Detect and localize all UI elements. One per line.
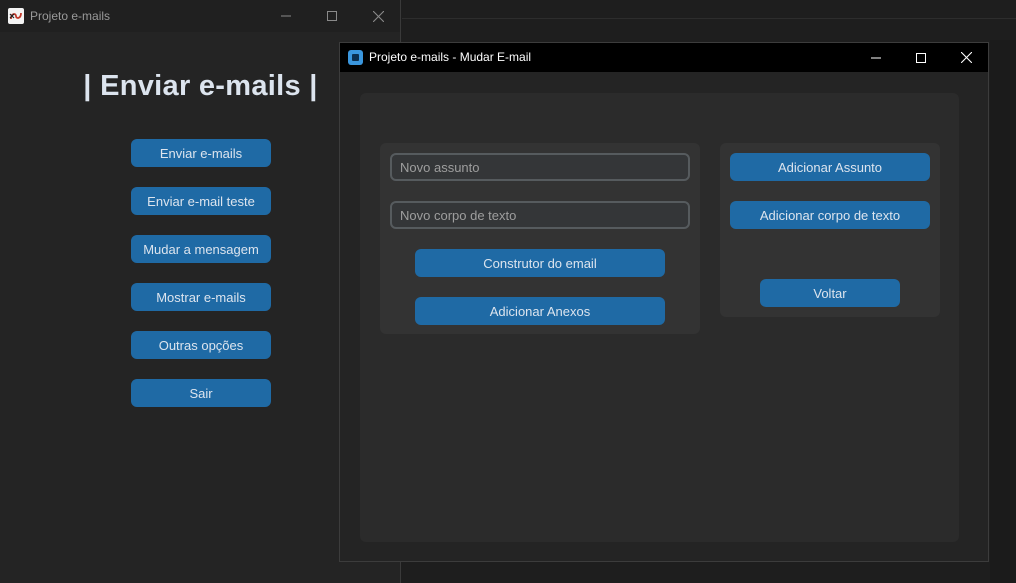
- email-builder-button[interactable]: Construtor do email: [415, 249, 665, 277]
- maximize-icon: [916, 52, 926, 63]
- left-panel: Novo assunto Novo corpo de texto Constru…: [380, 143, 700, 334]
- app-window-icon: [348, 50, 363, 65]
- main-window-title: Projeto e-mails: [30, 9, 111, 23]
- close-icon: [372, 10, 384, 22]
- show-emails-button[interactable]: Mostrar e-mails: [131, 283, 271, 311]
- add-body-button[interactable]: Adicionar corpo de texto: [730, 201, 930, 229]
- add-attachments-button[interactable]: Adicionar Anexos: [415, 297, 665, 325]
- dialog-content-frame: Novo assunto Novo corpo de texto Constru…: [360, 93, 959, 542]
- dialog-close-button[interactable]: [943, 43, 989, 72]
- background-editor-pane: [990, 40, 1016, 583]
- dialog-maximize-button[interactable]: [898, 43, 944, 72]
- send-emails-button[interactable]: Enviar e-mails: [131, 139, 271, 167]
- other-options-button[interactable]: Outras opções: [131, 331, 271, 359]
- background-divider: [402, 18, 1016, 19]
- minimize-button[interactable]: [263, 0, 309, 32]
- change-email-titlebar[interactable]: Projeto e-mails - Mudar E-mail: [340, 43, 988, 72]
- change-email-window-title: Projeto e-mails - Mudar E-mail: [369, 50, 532, 64]
- back-button[interactable]: Voltar: [760, 279, 900, 307]
- add-subject-button[interactable]: Adicionar Assunto: [730, 153, 930, 181]
- minimize-icon: [281, 15, 291, 17]
- dialog-minimize-button[interactable]: [853, 43, 899, 72]
- close-button[interactable]: [355, 0, 401, 32]
- new-body-input[interactable]: Novo corpo de texto: [390, 201, 690, 229]
- right-panel: Adicionar Assunto Adicionar corpo de tex…: [720, 143, 940, 317]
- change-email-window: Projeto e-mails - Mudar E-mail Novo assu…: [339, 42, 989, 562]
- app-logo-icon: [8, 8, 24, 24]
- exit-button[interactable]: Sair: [131, 379, 271, 407]
- change-message-button[interactable]: Mudar a mensagem: [131, 235, 271, 263]
- main-window-titlebar[interactable]: Projeto e-mails: [0, 0, 400, 32]
- close-icon: [960, 52, 972, 63]
- maximize-button[interactable]: [309, 0, 355, 32]
- send-test-email-button[interactable]: Enviar e-mail teste: [131, 187, 271, 215]
- new-subject-input[interactable]: Novo assunto: [390, 153, 690, 181]
- maximize-icon: [327, 11, 337, 21]
- minimize-icon: [871, 57, 881, 58]
